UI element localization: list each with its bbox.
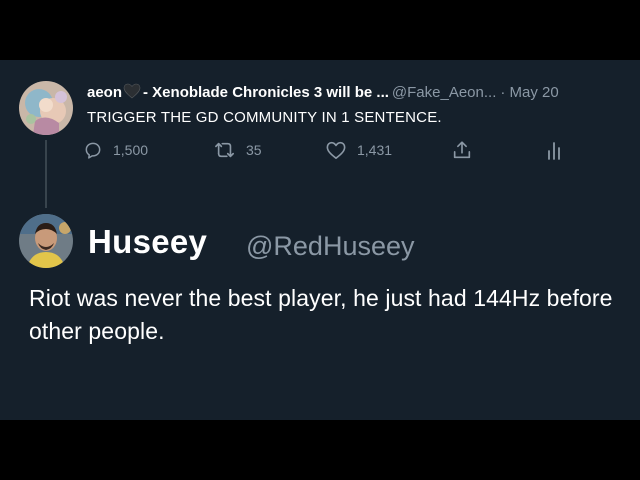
retweet-button[interactable]: 35 [214,138,262,162]
tweet1-header: aeon - Xenoblade Chronicles 3 will be ...… [87,83,627,101]
letterbox-bottom [0,420,640,480]
avatar-huseey[interactable] [19,214,73,268]
avatar-aeon[interactable] [19,81,73,135]
tweet2-text: Riot was never the best player, he just … [29,285,613,344]
reply-icon [85,142,101,159]
tweet2-author-name[interactable]: Huseey [88,223,207,261]
thread-line [45,140,47,208]
reply-count: 1,500 [113,142,149,158]
tweet1-handle[interactable]: @Fake_Aeon... [392,84,496,101]
letterbox-top [0,0,640,60]
reply-button[interactable]: 1,500 [83,138,148,162]
analytics-icon [548,142,560,160]
retweet-count: 35 [246,142,262,158]
like-count: 1,431 [357,142,393,158]
tweet-panel: aeon - Xenoblade Chronicles 3 will be ...… [0,60,640,420]
black-heart-icon [123,83,141,99]
like-icon [326,141,346,159]
tweet1-text: TRIGGER THE GD COMMUNITY IN 1 SENTENCE. [87,109,442,126]
analytics-button[interactable] [544,138,574,162]
tweet2-handle[interactable]: @RedHuseey [246,231,415,262]
tweet1-author-name[interactable]: aeon - Xenoblade Chronicles 3 will be ... [87,83,389,101]
tweet1-date[interactable]: · May 20 [500,84,558,101]
like-button[interactable]: 1,431 [325,138,392,162]
share-icon [453,141,471,159]
retweet-icon [215,142,234,158]
share-button[interactable] [451,138,483,162]
